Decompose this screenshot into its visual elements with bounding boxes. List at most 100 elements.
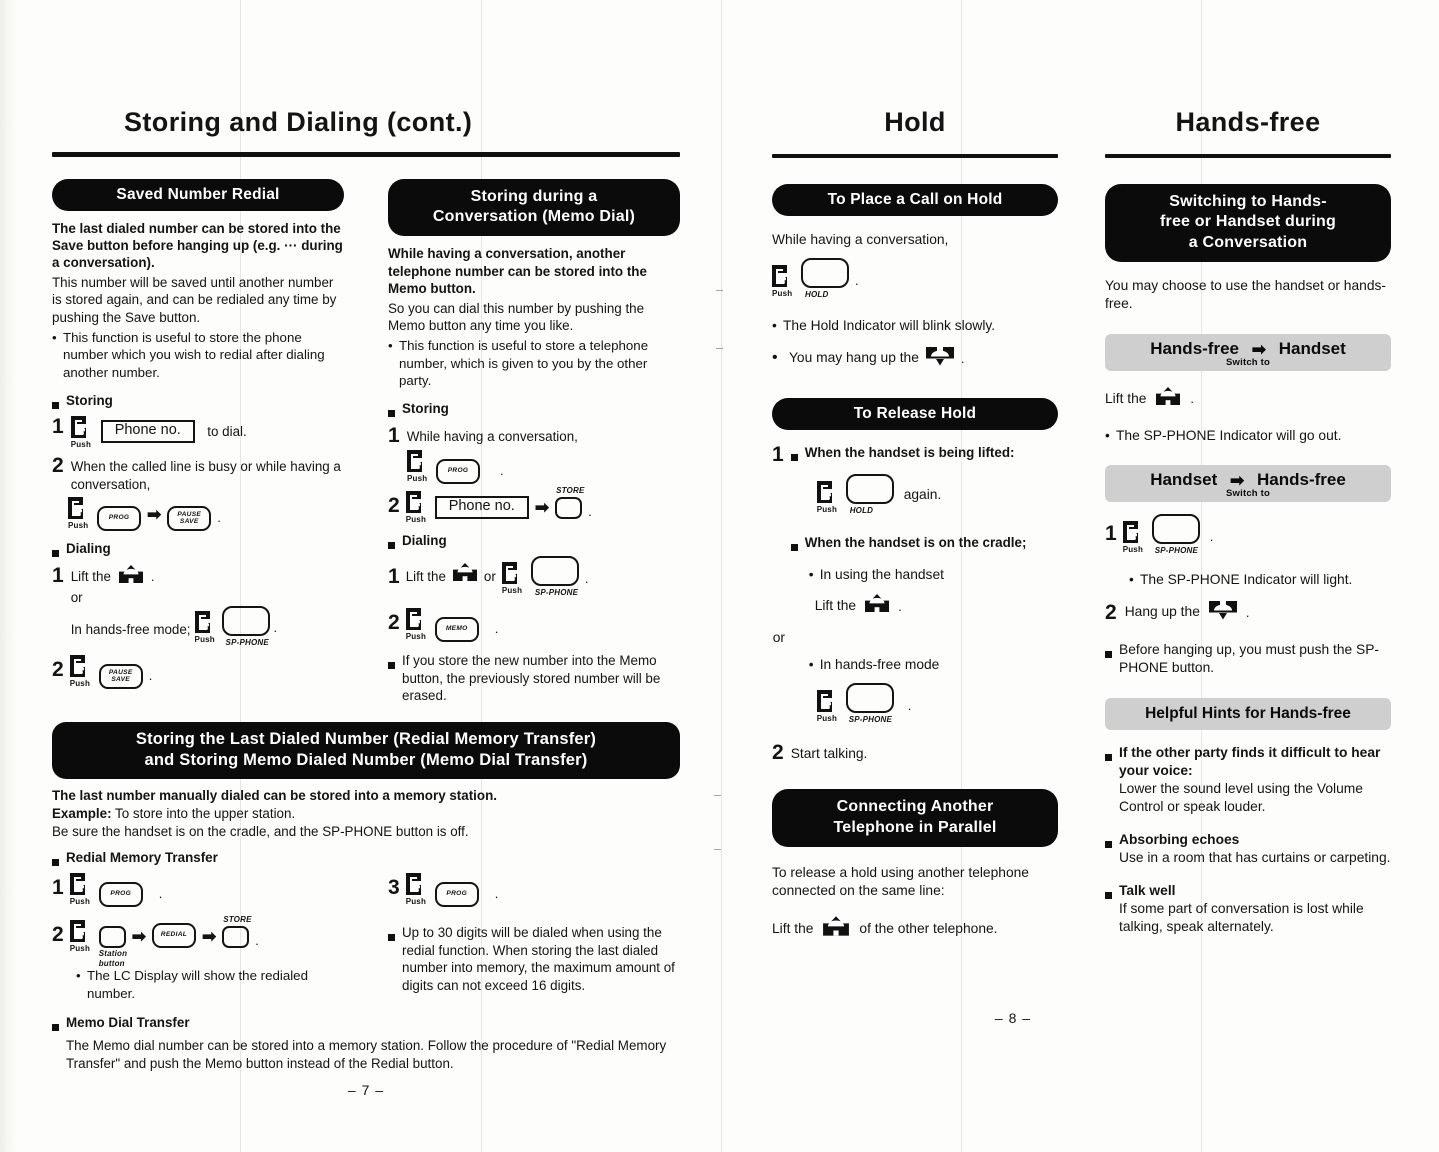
station-caption-line2: button [98,959,125,969]
prog-button-icon[interactable]: PROG [98,882,143,908]
pause-save-button-icon[interactable]: PAUSE SAVE [98,664,143,689]
lift-the-label: Lift the [1105,390,1147,406]
hold-button-icon[interactable] [845,474,894,505]
sp-phone-button-icon[interactable] [221,606,270,636]
band2-switch-to-label: Switch to [1225,487,1271,499]
in-using-handset-bullet: • In using the handset [809,566,1058,584]
store-button-icon[interactable] [555,496,583,519]
hold-intro-text: While having a conversation, [772,231,949,247]
period-mark: . [494,621,499,637]
saved-redial-intro-bold: The last dialed number can be stored int… [52,220,343,271]
hands-free-intro: You may choose to use the handset or han… [1105,278,1386,312]
prog-button-icon[interactable]: PROG [97,506,141,532]
hold-button-sequence: Push HOLD . [772,257,1058,299]
step-number: 2 [388,611,400,635]
scan-tick [714,795,721,796]
arrow-right-icon: ➡ [147,505,162,525]
square-bullet-icon [1105,641,1119,677]
banner-line1: Connecting Another [836,797,994,815]
band1-left-label: Hands-free [1150,338,1239,358]
phone-no-box: Phone no. [100,420,195,444]
push-label: Push [501,586,523,596]
memo-dial-bullet: • This function is useful to store a tel… [388,337,680,389]
step-number: 1 [52,415,64,439]
memo-button-icon[interactable]: MEMO [434,617,479,643]
bullet-dot-icon: • [388,338,393,354]
step-number: 3 [388,876,400,900]
sp-indicator-out-bullet: • The SP-PHONE Indicator will go out. [1105,427,1391,445]
prog-button-icon[interactable]: PROG [434,882,479,908]
bullet-dot-icon: • [1129,571,1134,587]
sp-phone-button-icon[interactable] [530,556,579,587]
subhead-rmt-label: Redial Memory Transfer [66,849,218,865]
banner-place-call-on-hold: To Place a Call on Hold [772,183,1058,216]
or-label: or [772,630,785,646]
lift-handset-icon [118,564,144,589]
push-hand-icon: Push [69,873,93,907]
in-using-handset-text: In using the handset [819,567,944,583]
square-bullet-icon [388,924,402,994]
saved-redial-intro-plain: This number will be saved until another … [52,274,337,325]
square-bullet-icon [790,534,805,555]
bullet-dot-icon: • [808,656,814,672]
hint-2: Absorbing echoes Use in a room that has … [1105,831,1391,867]
sp-indicator-out-text: The SP-PHONE Indicator will go out. [1116,427,1342,443]
redial-button-icon[interactable]: REDIAL [151,923,196,949]
column-saved-number-redial: Saved Number Redial The last dialed numb… [52,178,344,705]
hold-hangup-text: You may hang up the [789,350,919,366]
step-number: 1 [52,876,64,900]
memo-erase-note-text: If you store the new number into the Mem… [402,653,661,703]
hang-up-handset-icon [1208,600,1238,625]
sp-phone-button-icon[interactable] [1151,513,1200,544]
handset-lifted-head: When the handset is being lifted: [790,444,1058,465]
step-1-release-hold: 1 When the handset is being lifted: Push… [772,444,1058,724]
step-number: 1 [388,423,400,447]
store-button-icon[interactable] [222,926,250,949]
example-text: To store into the upper station. [115,805,296,821]
period-mark: . [898,598,902,614]
transfer-line-plain: Be sure the handset is on the cradle, an… [52,824,469,840]
column-hands-free: Hands-free Switching to Hands- free or H… [1105,107,1391,936]
prog-button-icon[interactable]: PROG [436,458,480,484]
banner-release-hold: To Release Hold [772,397,1058,430]
banner-line3: a Conversation [1188,234,1308,252]
in-hands-free-text: In hands-free mode [819,656,940,672]
banner-line1: Storing the Last Dialed Number (Redial M… [135,730,597,749]
hang-up-label: Hang up the [1124,603,1200,619]
lift-handset-icon [452,563,478,587]
push-hand-icon: Push [1122,520,1146,555]
sp-phone-caption: SP-PHONE [534,588,579,598]
hint-1: If the other party finds it difficult to… [1105,744,1391,816]
hold-button-icon[interactable] [801,257,849,288]
station-button-icon[interactable] [98,926,126,949]
push-hand-icon: Push [816,481,840,515]
lc-display-bullet: • The LC Display will show the redialed … [76,967,344,1002]
period-mark: . [584,571,589,587]
square-bullet-icon [1105,831,1119,867]
page-number-left: – 7 – [347,1082,385,1099]
scan-tick [716,348,723,349]
period-mark: . [588,503,592,519]
start-talking-text: Start talking. [790,745,868,761]
banner-saved-number-redial: Saved Number Redial [52,178,344,211]
bullet-dot-icon: • [1105,427,1110,443]
lift-the-label: Lift the [814,598,857,614]
period-mark: . [255,933,259,949]
period-mark: . [1209,528,1214,544]
step-1-handset-to-handsfree: 1 Push SP-PHONE . [1105,513,1391,555]
step-number: 1 [52,563,64,587]
banner-memory-transfer: Storing the Last Dialed Number (Redial M… [52,722,680,779]
subhead-dialing: Dialing [388,532,680,553]
sp-phone-caption: SP-PHONE [848,714,893,724]
hold-caption: HOLD [849,506,874,516]
sp-phone-button-icon[interactable] [845,682,894,713]
push-hand-icon: Push [69,920,93,954]
transfer-example: Example: To store into the upper station… [52,805,680,822]
banner-line1: Storing during a [470,187,598,205]
handset-cradle-head: When the handset is on the cradle; [790,534,1058,555]
pause-save-button-icon[interactable]: PAUSE SAVE [167,506,212,532]
period-mark: . [960,350,965,366]
step-number: 1 [772,442,784,466]
square-bullet-icon [388,400,402,421]
hang-up-handset-icon [925,346,955,371]
